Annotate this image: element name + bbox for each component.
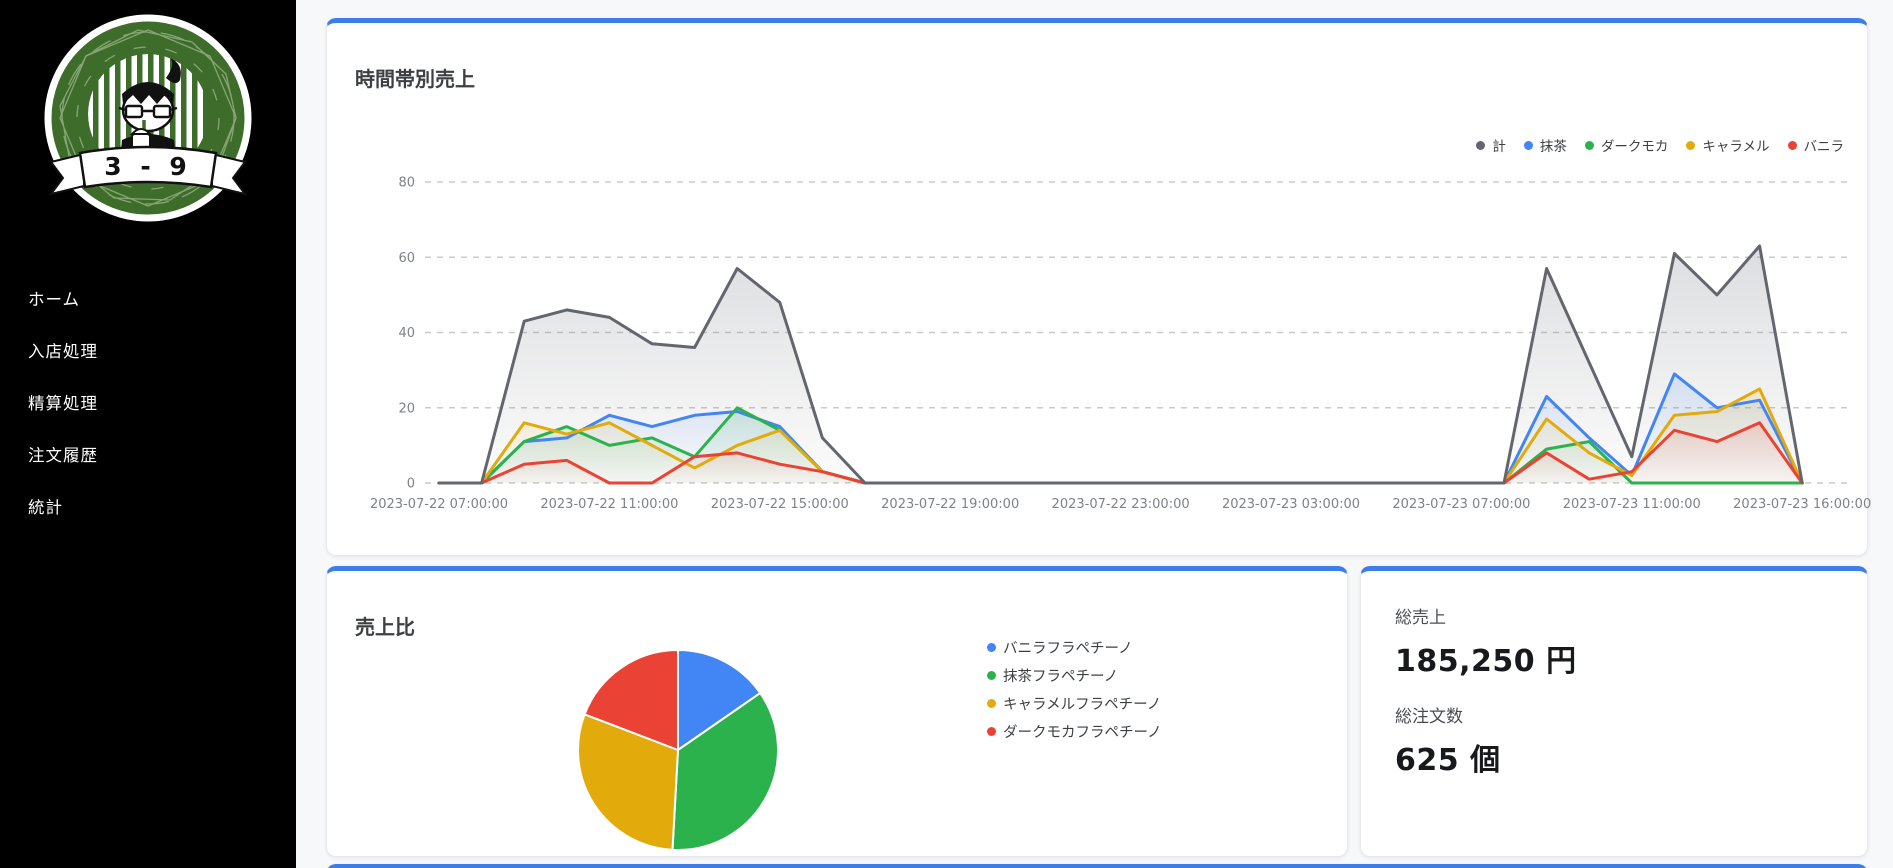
logo-badge[interactable]: 3 - 9	[0, 0, 296, 236]
pie-legend-dot-caramel	[987, 699, 996, 708]
pie-legend-item-caramel[interactable]: キャラメルフラペチーノ	[987, 693, 1162, 714]
sidebar-item-checkin[interactable]: 入店処理	[0, 324, 296, 376]
pie-legend-item-vanilla[interactable]: バニラフラペチーノ	[987, 637, 1162, 658]
svg-text:2023-07-22 11:00:00: 2023-07-22 11:00:00	[540, 497, 678, 512]
hourly-sales-title: 時間帯別売上	[355, 63, 475, 92]
sidebar: 3 - 9 ホーム 入店処理 精算処理 注文履歴 統計	[0, 0, 296, 868]
pie-legend-dot-vanilla	[987, 643, 996, 652]
sales-ratio-pie-chart	[573, 645, 783, 855]
pie-legend-label: 抹茶フラペチーノ	[1003, 665, 1118, 686]
hourly-sales-line-chart: 0204060802023-07-22 07:00:002023-07-22 1…	[381, 145, 1865, 517]
svg-text:0: 0	[407, 477, 415, 492]
svg-text:2023-07-22 07:00:00: 2023-07-22 07:00:00	[370, 497, 508, 512]
svg-text:60: 60	[398, 251, 415, 266]
pie-legend-label: ダークモカフラペチーノ	[1003, 721, 1162, 742]
total-orders-value: 625 個	[1395, 735, 1867, 779]
sidebar-item-home[interactable]: ホーム	[0, 272, 296, 324]
total-sales-label: 総売上	[1395, 603, 1867, 628]
sidebar-item-stats[interactable]: 統計	[0, 480, 296, 532]
svg-text:20: 20	[398, 401, 415, 416]
pie-legend-item-matcha[interactable]: 抹茶フラペチーノ	[987, 665, 1162, 686]
sales-ratio-title: 売上比	[355, 611, 415, 640]
svg-text:40: 40	[398, 326, 415, 341]
pie-legend-item-darkmocha[interactable]: ダークモカフラペチーノ	[987, 721, 1162, 742]
total-sales-value: 185,250 円	[1395, 636, 1867, 680]
total-orders-label: 総注文数	[1395, 702, 1867, 727]
sales-ratio-card: 売上比 バニラフラペチーノ 抹茶フラペチーノ キャラメルフラペチーノ ダークモカ…	[326, 566, 1348, 857]
sidebar-item-checkout[interactable]: 精算処理	[0, 376, 296, 428]
totals-card: 総売上 185,250 円 総注文数 625 個	[1360, 566, 1868, 857]
pie-legend-dot-darkmocha	[987, 727, 996, 736]
svg-text:2023-07-22 15:00:00: 2023-07-22 15:00:00	[711, 497, 849, 512]
svg-text:2023-07-23 11:00:00: 2023-07-23 11:00:00	[1563, 497, 1701, 512]
logo-text: 3 - 9	[104, 152, 192, 181]
svg-text:2023-07-23 07:00:00: 2023-07-23 07:00:00	[1392, 497, 1530, 512]
sidebar-menu: ホーム 入店処理 精算処理 注文履歴 統計	[0, 272, 296, 532]
main-content: 時間帯別売上 計 抹茶 ダークモカ キャラメル バニラ 020406080202…	[296, 0, 1893, 868]
svg-text:2023-07-22 23:00:00: 2023-07-22 23:00:00	[1052, 497, 1190, 512]
sidebar-item-orders[interactable]: 注文履歴	[0, 428, 296, 480]
svg-text:2023-07-23 03:00:00: 2023-07-23 03:00:00	[1222, 497, 1360, 512]
pie-legend-label: バニラフラペチーノ	[1003, 637, 1133, 658]
svg-text:80: 80	[398, 176, 415, 191]
hourly-sales-card: 時間帯別売上 計 抹茶 ダークモカ キャラメル バニラ 020406080202…	[326, 18, 1868, 556]
cafe-logo-icon: 3 - 9	[42, 8, 254, 236]
svg-text:2023-07-22 19:00:00: 2023-07-22 19:00:00	[881, 497, 1019, 512]
svg-text:2023-07-23 16:00:00: 2023-07-23 16:00:00	[1733, 497, 1871, 512]
pie-legend-label: キャラメルフラペチーノ	[1003, 693, 1161, 714]
pie-chart-legend: バニラフラペチーノ 抹茶フラペチーノ キャラメルフラペチーノ ダークモカフラペチ…	[987, 637, 1162, 749]
pie-legend-dot-matcha	[987, 671, 996, 680]
next-card-peek	[326, 864, 1868, 868]
